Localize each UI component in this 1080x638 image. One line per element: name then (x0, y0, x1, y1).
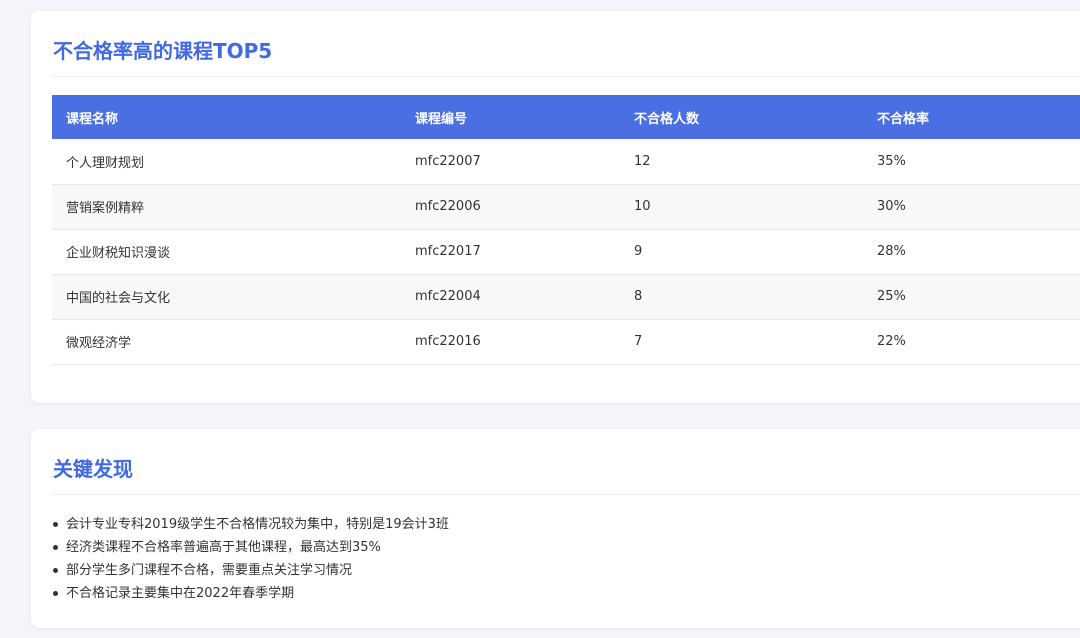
column-header-fail-rate: 不合格率 (863, 95, 1080, 139)
finding-item: 会计专业专科2019级学生不合格情况较为集中，特别是19会计3班 (53, 513, 449, 536)
cell-course-code: mfc22007 (401, 139, 620, 185)
top-courses-table: 课程名称 课程编号 不合格人数 不合格率 个人理财规划 mfc22007 12 … (52, 95, 1080, 365)
key-findings-card: 关键发现 会计专业专科2019级学生不合格情况较为集中，特别是19会计3班 经济… (31, 429, 1080, 628)
cell-course-name: 企业财税知识漫谈 (52, 229, 401, 275)
cell-fail-rate: 35% (863, 139, 1080, 185)
cell-fail-rate: 25% (863, 274, 1080, 320)
table-row: 个人理财规划 mfc22007 12 35% (52, 139, 1080, 185)
cell-fail-count: 9 (620, 229, 863, 275)
cell-course-name: 中国的社会与文化 (52, 274, 401, 320)
finding-item: 经济类课程不合格率普遍高于其他课程，最高达到35% (53, 536, 449, 559)
cell-fail-rate: 30% (863, 184, 1080, 230)
cell-fail-rate: 28% (863, 229, 1080, 275)
table-row: 中国的社会与文化 mfc22004 8 25% (52, 274, 1080, 320)
cell-course-code: mfc22016 (401, 319, 620, 365)
finding-item: 不合格记录主要集中在2022年春季学期 (53, 582, 449, 605)
top-courses-title: 不合格率高的课程TOP5 (53, 39, 273, 63)
cell-fail-count: 8 (620, 274, 863, 320)
findings-list: 会计专业专科2019级学生不合格情况较为集中，特别是19会计3班 经济类课程不合… (53, 513, 449, 605)
table-header-row: 课程名称 课程编号 不合格人数 不合格率 (52, 95, 1080, 139)
column-header-fail-count: 不合格人数 (620, 95, 863, 139)
key-findings-title: 关键发现 (53, 457, 133, 481)
cell-fail-count: 10 (620, 184, 863, 230)
table-row: 营销案例精粹 mfc22006 10 30% (52, 184, 1080, 230)
top-courses-card: 不合格率高的课程TOP5 课程名称 课程编号 不合格人数 不合格率 个人理财规划… (31, 11, 1080, 403)
column-header-course-code: 课程编号 (401, 95, 620, 139)
cell-course-name: 个人理财规划 (52, 139, 401, 185)
table-row: 微观经济学 mfc22016 7 22% (52, 319, 1080, 365)
title-divider (52, 76, 1080, 77)
cell-course-code: mfc22006 (401, 184, 620, 230)
cell-course-name: 营销案例精粹 (52, 184, 401, 230)
cell-course-name: 微观经济学 (52, 319, 401, 365)
column-header-course-name: 课程名称 (52, 95, 401, 139)
title-divider (52, 494, 1080, 495)
cell-fail-count: 12 (620, 139, 863, 185)
table-row: 企业财税知识漫谈 mfc22017 9 28% (52, 229, 1080, 275)
cell-fail-rate: 22% (863, 319, 1080, 365)
finding-item: 部分学生多门课程不合格，需要重点关注学习情况 (53, 559, 449, 582)
cell-course-code: mfc22004 (401, 274, 620, 320)
cell-fail-count: 7 (620, 319, 863, 365)
cell-course-code: mfc22017 (401, 229, 620, 275)
